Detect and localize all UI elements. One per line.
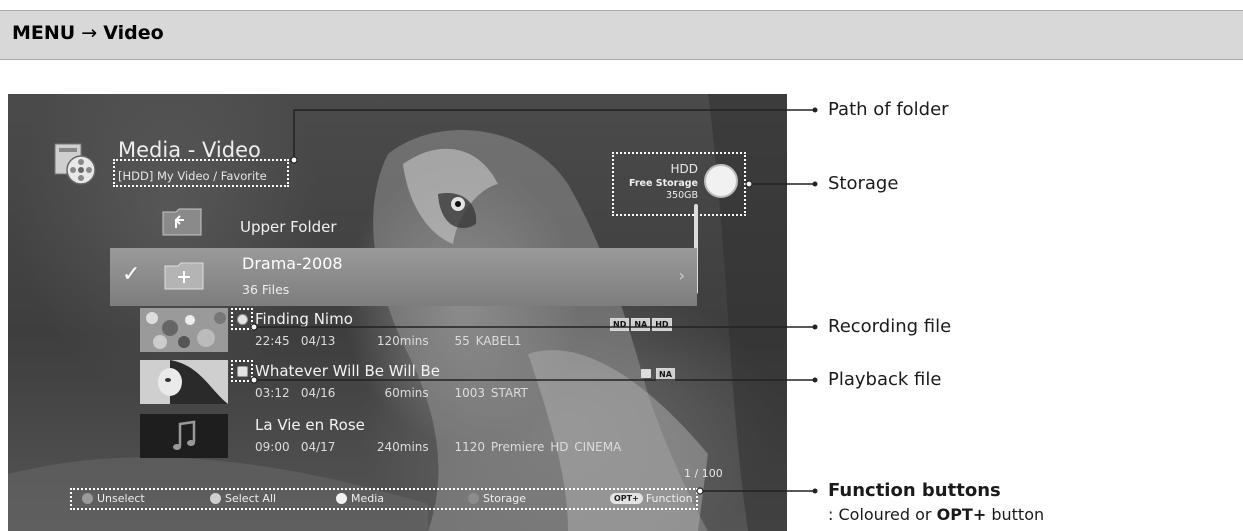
callout-recording-file: Recording file <box>828 316 952 337</box>
callout-function-buttons: Function buttons <box>828 480 1001 501</box>
callout-storage: Storage <box>828 173 899 194</box>
callout-lines <box>250 107 818 495</box>
callout-playback-file: Playback file <box>828 369 942 390</box>
callout-function-sub: : Coloured or OPT+ button <box>828 505 1045 524</box>
callout-path-of-folder: Path of folder <box>828 99 949 120</box>
